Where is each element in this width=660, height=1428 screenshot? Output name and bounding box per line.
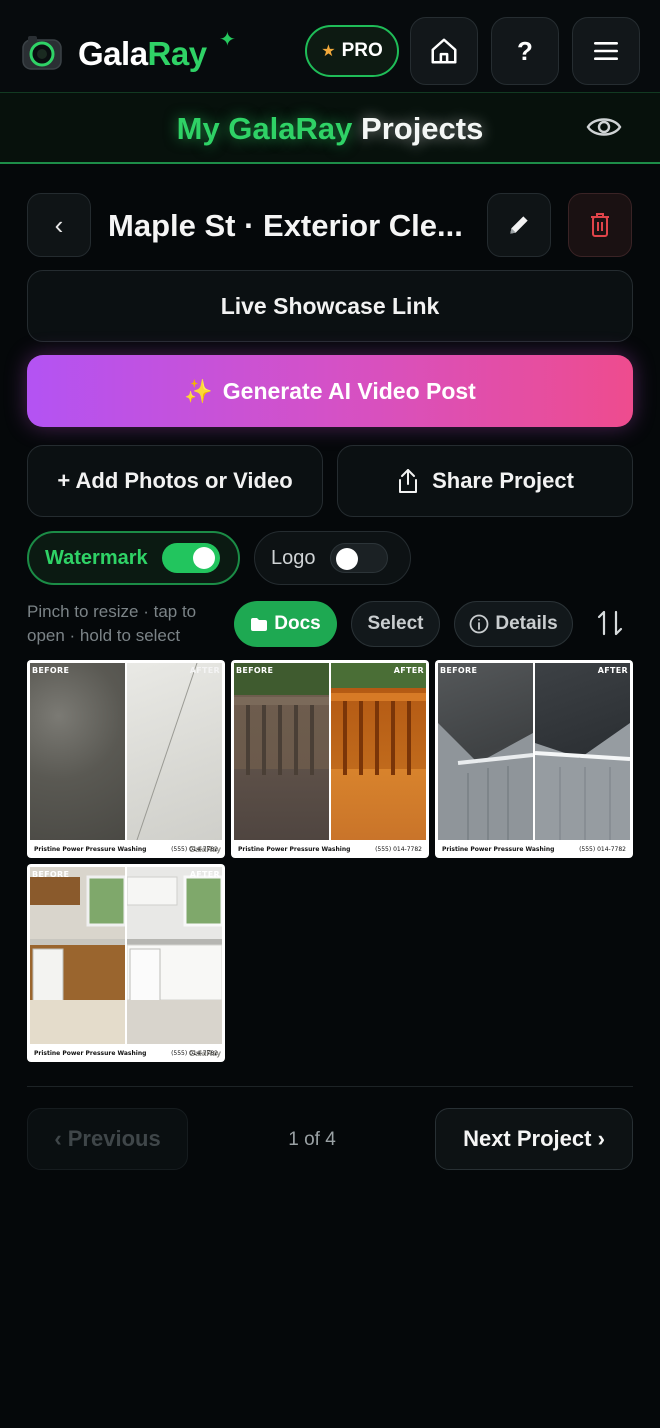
page-title-bar: My GalaRay Projects (0, 92, 660, 164)
page-indicator: 1 of 4 (288, 1129, 336, 1150)
docs-button[interactable]: Docs (234, 601, 337, 647)
watermark-switch[interactable] (161, 543, 220, 573)
details-button[interactable]: Details (454, 601, 573, 647)
share-icon (399, 469, 418, 493)
eye-icon[interactable] (586, 113, 622, 141)
before-tag: BEFORE (440, 666, 478, 675)
pro-button[interactable]: ★ PRO (305, 25, 399, 77)
sparkle-icon: ✦ (219, 29, 236, 51)
next-project-button[interactable]: Next Project › (435, 1108, 633, 1170)
camera-logo-icon (22, 36, 62, 70)
docs-label: Docs (274, 613, 321, 634)
delete-project-button[interactable] (568, 193, 632, 257)
logo-label: Logo (271, 546, 316, 569)
company-phone: (555) 014-7782 (171, 845, 218, 853)
sparkles-icon: ✨ (184, 377, 213, 404)
photo-tile[interactable]: BEFORE AFTER GalaRay Pristine Power Pres… (435, 660, 633, 858)
tile-footer: Pristine Power Pressure Washing (555) 01… (231, 840, 429, 858)
divider (27, 1086, 633, 1087)
company-name: Pristine Power Pressure Washing (238, 845, 351, 853)
chevron-left-icon: ‹ (54, 209, 64, 240)
watermark-label: Watermark (45, 546, 148, 569)
back-button[interactable]: ‹ (27, 193, 91, 257)
folder-icon (251, 617, 268, 631)
company-name: Pristine Power Pressure Washing (34, 1049, 147, 1057)
photo-tile[interactable]: BEFORE AFTER GalaRay Pristine Power Pres… (231, 660, 429, 858)
ai-label: Generate AI Video Post (222, 377, 476, 404)
live-showcase-link-button[interactable]: Live Showcase Link (27, 270, 633, 342)
page-title: My GalaRay Projects (0, 111, 660, 147)
info-icon (469, 614, 489, 634)
page-title-part-1: My GalaRay (176, 111, 353, 146)
company-name: Pristine Power Pressure Washing (34, 845, 147, 853)
company-name: Pristine Power Pressure Washing (442, 845, 555, 853)
help-button[interactable]: ? (491, 17, 559, 85)
pencil-icon (510, 216, 528, 234)
before-tag: BEFORE (236, 666, 274, 675)
project-name: Maple St · Exterior Cle... (108, 208, 463, 243)
select-button[interactable]: Select (351, 601, 440, 647)
before-tag: BEFORE (32, 870, 70, 879)
after-photo (127, 867, 222, 1044)
trash-icon (591, 213, 609, 237)
company-phone: (555) 014-7782 (579, 845, 626, 853)
after-photo (535, 663, 630, 840)
logo-toggle[interactable]: Logo (254, 531, 411, 585)
after-tag: AFTER (393, 666, 424, 675)
tile-footer: Pristine Power Pressure Washing (555) 01… (27, 1044, 225, 1062)
next-label: Next Project › (463, 1126, 605, 1151)
brand-part-1: Gala (78, 35, 148, 72)
before-photo (438, 663, 533, 840)
generate-ai-video-button[interactable]: ✨ Generate AI Video Post (27, 355, 633, 427)
after-photo (331, 663, 426, 840)
add-photos-button[interactable]: + Add Photos or Video (27, 445, 323, 517)
watermark-toggle[interactable]: Watermark (27, 531, 240, 585)
pro-label: PRO (341, 40, 383, 61)
page-title-part-2: Projects (361, 111, 484, 146)
sort-icon[interactable] (596, 608, 624, 638)
company-phone: (555) 014-7782 (171, 1049, 218, 1057)
tile-footer: Pristine Power Pressure Washing (555) 01… (435, 840, 633, 858)
hamburger-icon (594, 42, 618, 60)
share-project-button[interactable]: Share Project (337, 445, 633, 517)
select-label: Select (367, 613, 424, 634)
details-label: Details (495, 613, 558, 634)
before-photo (30, 867, 125, 1044)
switch-knob (192, 547, 215, 569)
photo-tile[interactable]: BEFORE AFTER GalaRay Pristine Power Pres… (27, 660, 225, 858)
before-photo (30, 663, 125, 840)
previous-project-button[interactable]: ‹ Previous (27, 1108, 188, 1170)
tile-footer: Pristine Power Pressure Washing (555) 01… (27, 840, 225, 858)
share-label: Share Project (432, 468, 574, 493)
before-photo (234, 663, 329, 840)
photo-tile[interactable]: BEFORE AFTER GalaRay Pristine Power Pres… (27, 864, 225, 1062)
menu-button[interactable] (572, 17, 640, 85)
after-tag: AFTER (597, 666, 628, 675)
previous-label: ‹ Previous (54, 1126, 161, 1151)
app-header: GalaRay ✦ ★ PRO ? (0, 0, 660, 92)
add-label: + Add Photos or Video (57, 468, 293, 493)
brand-wordmark[interactable]: GalaRay (78, 34, 207, 74)
after-tag: AFTER (189, 666, 220, 675)
brand-part-2: Ray (147, 35, 208, 72)
home-icon (431, 38, 457, 64)
switch-knob (335, 548, 358, 570)
after-photo (127, 663, 222, 840)
before-tag: BEFORE (32, 666, 70, 675)
company-phone: (555) 014-7782 (375, 845, 422, 853)
showcase-label: Live Showcase Link (220, 292, 440, 319)
question-icon: ? (517, 35, 533, 66)
gallery-hint: Pinch to resize · tap to open · hold to … (27, 602, 197, 645)
edit-project-button[interactable] (487, 193, 551, 257)
home-button[interactable] (410, 17, 478, 85)
logo-switch[interactable] (329, 543, 388, 573)
star-icon: ★ (321, 43, 336, 60)
after-tag: AFTER (189, 870, 220, 879)
